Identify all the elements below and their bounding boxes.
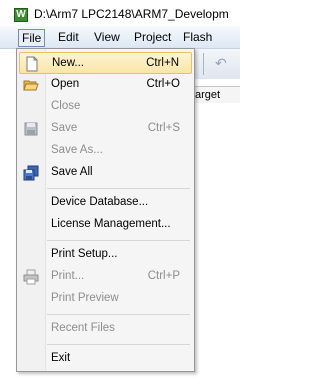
toolbar-separator	[203, 53, 204, 75]
menu-item-save[interactable]: Save Ctrl+S	[19, 118, 192, 140]
file-menu-dropdown: New... Ctrl+N Open Ctrl+O Close Save Ctr…	[16, 48, 195, 372]
menu-view[interactable]: View	[91, 29, 123, 45]
save-disk-icon	[23, 121, 39, 137]
menu-item-shortcut: Ctrl+N	[146, 57, 179, 69]
menu-item-print-setup[interactable]: Print Setup...	[19, 244, 192, 266]
menu-item-label: Exit	[51, 352, 71, 364]
menu-separator	[47, 314, 190, 315]
menu-flash[interactable]: Flash	[180, 29, 215, 45]
menu-separator	[47, 240, 190, 241]
menu-item-shortcut: Ctrl+P	[147, 270, 180, 282]
menu-item-label: Recent Files	[51, 322, 115, 334]
menu-file[interactable]: File	[18, 29, 46, 47]
undo-icon[interactable]: ↶	[215, 55, 227, 72]
app-icon: W	[14, 8, 28, 22]
menu-item-save-as[interactable]: Save As...	[19, 140, 192, 162]
menu-item-label: Save	[51, 122, 78, 134]
menu-bar: File Edit View Project Flash	[0, 26, 240, 49]
save-all-icon	[23, 165, 39, 181]
open-folder-icon	[23, 77, 39, 93]
menu-item-new[interactable]: New... Ctrl+N	[19, 52, 192, 74]
menu-item-label: Device Database...	[51, 196, 149, 208]
target-label: arget	[195, 86, 240, 103]
menu-item-label: Open	[51, 78, 80, 90]
menu-project[interactable]: Project	[131, 29, 174, 45]
menu-item-label: Print Setup...	[51, 248, 118, 260]
menu-item-device-database[interactable]: Device Database...	[19, 192, 192, 214]
menu-item-label: Save All	[51, 166, 93, 178]
menu-item-shortcut: Ctrl+S	[147, 122, 180, 134]
menu-item-label: New...	[52, 57, 84, 69]
printer-icon	[23, 269, 39, 285]
menu-item-recent-files[interactable]: Recent Files	[19, 318, 192, 340]
menu-item-open[interactable]: Open Ctrl+O	[19, 74, 192, 96]
menu-item-save-all[interactable]: Save All	[19, 162, 192, 184]
title-bar: W D:\Arm7 LPC2148\ARM7_Developm	[0, 0, 240, 26]
toolbar: ↶	[195, 49, 240, 79]
menu-separator	[47, 188, 190, 189]
workspace-area	[195, 103, 240, 373]
menu-item-label: Save As...	[51, 144, 103, 156]
menu-edit[interactable]: Edit	[55, 29, 82, 45]
menu-item-label: Print Preview	[51, 292, 119, 304]
menu-item-label: Close	[51, 100, 81, 112]
menu-item-print[interactable]: Print... Ctrl+P	[19, 266, 192, 288]
menu-item-close[interactable]: Close	[19, 96, 192, 118]
menu-separator	[47, 344, 190, 345]
menu-item-shortcut: Ctrl+O	[146, 78, 180, 90]
new-document-icon	[24, 56, 40, 72]
menu-item-print-preview[interactable]: Print Preview	[19, 288, 192, 310]
menu-item-exit[interactable]: Exit	[19, 348, 192, 370]
menu-item-label: Print...	[51, 270, 85, 282]
menu-item-label: License Management...	[51, 218, 171, 230]
menu-item-license-management[interactable]: License Management...	[19, 214, 192, 236]
window-title: D:\Arm7 LPC2148\ARM7_Developm	[34, 7, 229, 21]
